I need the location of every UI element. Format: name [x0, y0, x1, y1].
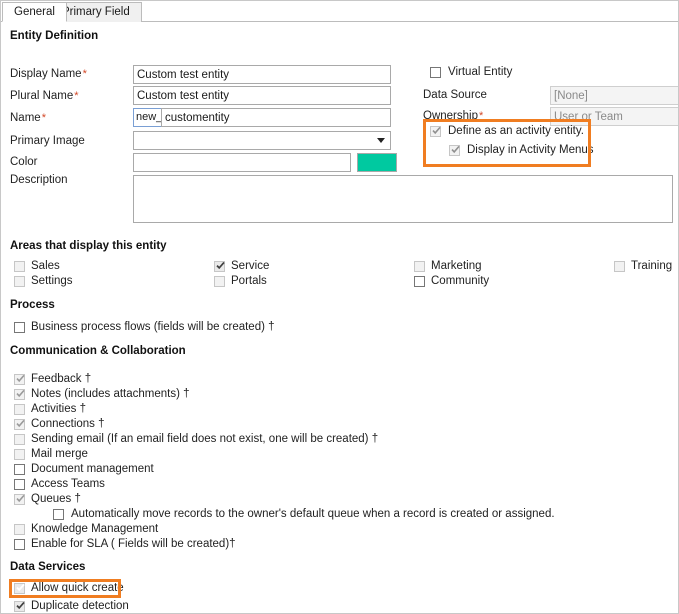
business-process-flows-checkbox[interactable] — [14, 322, 25, 333]
required-marker: * — [74, 90, 79, 102]
label-display-name-text: Display Name — [10, 68, 82, 80]
section-data-services: Data Services — [10, 561, 86, 573]
area-sales-checkbox[interactable] — [14, 261, 25, 272]
check-icon — [216, 261, 225, 270]
define-activity-entity-checkbox[interactable] — [430, 126, 441, 137]
access-teams-checkbox[interactable] — [14, 479, 25, 490]
check-icon — [16, 601, 25, 610]
document-management-checkbox[interactable] — [14, 464, 25, 475]
section-areas: Areas that display this entity — [10, 240, 167, 252]
enable-for-sla-checkbox[interactable] — [14, 539, 25, 550]
duplicate-detection-checkbox[interactable] — [14, 601, 25, 612]
duplicate-detection-label: Duplicate detection — [31, 600, 129, 612]
ownership-input[interactable] — [550, 107, 678, 126]
queues-checkbox[interactable] — [14, 494, 25, 505]
name-prefix: new_ — [133, 108, 165, 127]
area-community-checkbox[interactable] — [414, 276, 425, 287]
area-marketing-checkbox[interactable] — [414, 261, 425, 272]
mail-merge-label: Mail merge — [31, 448, 88, 460]
sending-email-label: Sending email (If an email field does no… — [31, 433, 379, 445]
define-activity-entity-label: Define as an activity entity. — [448, 125, 584, 137]
allow-quick-create-label: Allow quick create — [31, 582, 124, 594]
check-icon — [16, 494, 25, 503]
area-service-label: Service — [231, 260, 270, 272]
entity-definition-form: General Primary Field Entity Definition … — [0, 0, 679, 614]
connections-checkbox[interactable] — [14, 419, 25, 430]
plural-name-input[interactable] — [133, 86, 391, 105]
label-name: Name* — [10, 112, 46, 124]
section-process: Process — [10, 299, 55, 311]
check-icon — [16, 583, 25, 592]
knowledge-management-checkbox[interactable] — [14, 524, 25, 535]
virtual-entity-label: Virtual Entity — [448, 66, 513, 78]
required-marker: * — [82, 68, 87, 80]
label-ownership-text: Ownership — [423, 110, 478, 122]
required-marker: * — [478, 110, 484, 122]
feedback-checkbox[interactable] — [14, 374, 25, 385]
chevron-down-icon — [377, 138, 385, 143]
business-process-flows-label: Business process flows (fields will be c… — [31, 321, 275, 333]
knowledge-management-label: Knowledge Management — [31, 523, 159, 535]
label-ownership: Ownership* — [423, 110, 483, 122]
check-icon — [16, 374, 25, 383]
allow-quick-create-checkbox[interactable] — [14, 583, 25, 594]
required-marker: * — [41, 112, 46, 124]
section-communication: Communication & Collaboration — [10, 345, 186, 357]
label-color: Color — [10, 156, 38, 168]
primary-image-dropdown[interactable] — [133, 131, 391, 150]
check-icon — [451, 145, 460, 154]
enable-for-sla-label: Enable for SLA ( Fields will be created)… — [31, 538, 236, 550]
section-entity-definition: Entity Definition — [10, 30, 99, 42]
tab-strip: General Primary Field — [1, 1, 678, 22]
activities-label: Activities † — [31, 403, 86, 415]
display-name-input[interactable] — [133, 65, 391, 84]
check-icon — [16, 419, 25, 428]
label-data-source: Data Source — [423, 89, 487, 101]
check-icon — [432, 126, 441, 135]
area-settings-label: Settings — [31, 275, 73, 287]
display-in-activity-menus-label: Display in Activity Menus — [467, 144, 594, 156]
color-swatch[interactable] — [357, 153, 397, 172]
check-icon — [16, 389, 25, 398]
mail-merge-checkbox[interactable] — [14, 449, 25, 460]
area-portals-checkbox[interactable] — [214, 276, 225, 287]
connections-label: Connections † — [31, 418, 105, 430]
color-input[interactable] — [133, 153, 351, 172]
label-plural-name: Plural Name* — [10, 90, 79, 102]
queues-label: Queues † — [31, 493, 81, 505]
area-portals-label: Portals — [231, 275, 267, 287]
access-teams-label: Access Teams — [31, 478, 105, 490]
name-input[interactable] — [161, 108, 391, 127]
area-training-label: Training — [631, 260, 673, 272]
display-in-activity-menus-checkbox[interactable] — [449, 145, 460, 156]
label-plural-name-text: Plural Name — [10, 90, 74, 102]
notes-checkbox[interactable] — [14, 389, 25, 400]
notes-label: Notes (includes attachments) † — [31, 388, 190, 400]
sending-email-checkbox[interactable] — [14, 434, 25, 445]
feedback-label: Feedback † — [31, 373, 92, 385]
area-service-checkbox[interactable] — [214, 261, 225, 272]
virtual-entity-checkbox[interactable] — [430, 67, 441, 78]
description-textarea[interactable] — [133, 175, 673, 223]
area-marketing-label: Marketing — [431, 260, 482, 272]
area-sales-label: Sales — [31, 260, 60, 272]
data-source-input[interactable] — [550, 86, 678, 105]
label-name-text: Name — [10, 112, 41, 124]
label-description: Description — [10, 174, 68, 186]
document-management-label: Document management — [31, 463, 154, 475]
label-display-name: Display Name* — [10, 68, 87, 80]
area-training-checkbox[interactable] — [614, 261, 625, 272]
area-settings-checkbox[interactable] — [14, 276, 25, 287]
area-community-label: Community — [431, 275, 490, 287]
auto-move-records-label: Automatically move records to the owner'… — [71, 508, 555, 520]
tab-general[interactable]: General — [2, 2, 67, 22]
label-primary-image: Primary Image — [10, 135, 85, 147]
activities-checkbox[interactable] — [14, 404, 25, 415]
auto-move-records-checkbox[interactable] — [53, 509, 64, 520]
